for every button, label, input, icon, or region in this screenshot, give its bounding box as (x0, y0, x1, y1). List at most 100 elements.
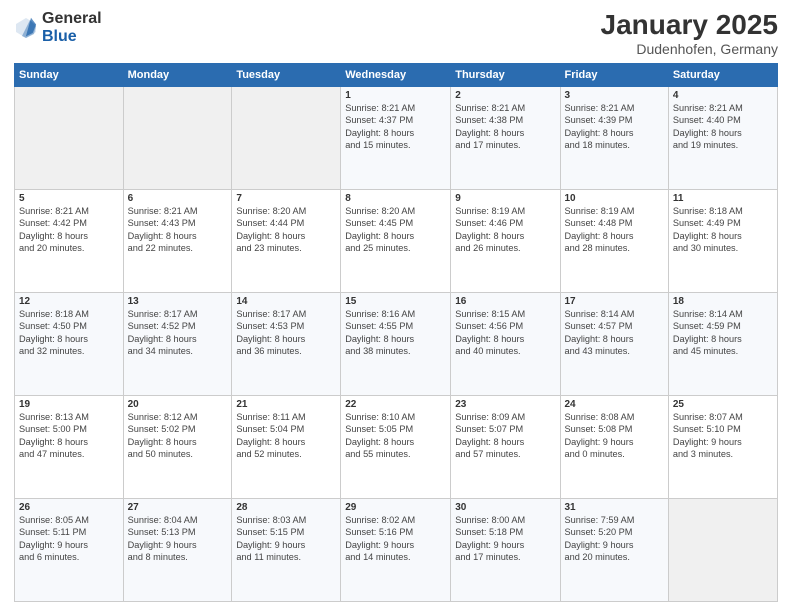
day-number: 19 (19, 399, 119, 410)
cell-w2-d0: 12Sunrise: 8:18 AM Sunset: 4:50 PM Dayli… (15, 292, 124, 395)
cell-w1-d1: 6Sunrise: 8:21 AM Sunset: 4:43 PM Daylig… (123, 189, 232, 292)
day-info: Sunrise: 7:59 AM Sunset: 5:20 PM Dayligh… (565, 514, 664, 564)
day-number: 4 (673, 90, 773, 101)
day-number: 31 (565, 502, 664, 513)
day-number: 29 (345, 502, 446, 513)
cell-w4-d1: 27Sunrise: 8:04 AM Sunset: 5:13 PM Dayli… (123, 498, 232, 601)
day-number: 25 (673, 399, 773, 410)
cell-w3-d4: 23Sunrise: 8:09 AM Sunset: 5:07 PM Dayli… (451, 395, 560, 498)
cell-w3-d3: 22Sunrise: 8:10 AM Sunset: 5:05 PM Dayli… (341, 395, 451, 498)
cell-w0-d5: 3Sunrise: 8:21 AM Sunset: 4:39 PM Daylig… (560, 86, 668, 189)
header-sunday: Sunday (15, 63, 124, 86)
week-row-2: 5Sunrise: 8:21 AM Sunset: 4:42 PM Daylig… (15, 189, 778, 292)
day-number: 1 (345, 90, 446, 101)
cell-w2-d3: 15Sunrise: 8:16 AM Sunset: 4:55 PM Dayli… (341, 292, 451, 395)
logo-text: General Blue (42, 10, 102, 45)
cell-w0-d3: 1Sunrise: 8:21 AM Sunset: 4:37 PM Daylig… (341, 86, 451, 189)
cell-w1-d4: 9Sunrise: 8:19 AM Sunset: 4:46 PM Daylig… (451, 189, 560, 292)
day-info: Sunrise: 8:20 AM Sunset: 4:44 PM Dayligh… (236, 205, 336, 255)
day-number: 8 (345, 193, 446, 204)
day-number: 18 (673, 296, 773, 307)
page-header: General Blue January 2025 Dudenhofen, Ge… (14, 10, 778, 57)
day-info: Sunrise: 8:15 AM Sunset: 4:56 PM Dayligh… (455, 308, 555, 358)
day-number: 28 (236, 502, 336, 513)
day-info: Sunrise: 8:21 AM Sunset: 4:43 PM Dayligh… (128, 205, 228, 255)
calendar-title: January 2025 (601, 10, 778, 41)
cell-w4-d2: 28Sunrise: 8:03 AM Sunset: 5:15 PM Dayli… (232, 498, 341, 601)
day-number: 24 (565, 399, 664, 410)
day-number: 3 (565, 90, 664, 101)
logo-general: General (42, 10, 102, 28)
header-saturday: Saturday (668, 63, 777, 86)
day-info: Sunrise: 8:14 AM Sunset: 4:57 PM Dayligh… (565, 308, 664, 358)
cell-w0-d4: 2Sunrise: 8:21 AM Sunset: 4:38 PM Daylig… (451, 86, 560, 189)
cell-w4-d0: 26Sunrise: 8:05 AM Sunset: 5:11 PM Dayli… (15, 498, 124, 601)
day-number: 13 (128, 296, 228, 307)
day-info: Sunrise: 8:14 AM Sunset: 4:59 PM Dayligh… (673, 308, 773, 358)
day-info: Sunrise: 8:21 AM Sunset: 4:40 PM Dayligh… (673, 102, 773, 152)
day-number: 2 (455, 90, 555, 101)
header-tuesday: Tuesday (232, 63, 341, 86)
day-number: 12 (19, 296, 119, 307)
day-number: 14 (236, 296, 336, 307)
day-info: Sunrise: 8:04 AM Sunset: 5:13 PM Dayligh… (128, 514, 228, 564)
day-number: 30 (455, 502, 555, 513)
calendar-page: General Blue January 2025 Dudenhofen, Ge… (0, 0, 792, 612)
cell-w3-d1: 20Sunrise: 8:12 AM Sunset: 5:02 PM Dayli… (123, 395, 232, 498)
cell-w1-d5: 10Sunrise: 8:19 AM Sunset: 4:48 PM Dayli… (560, 189, 668, 292)
day-number: 5 (19, 193, 119, 204)
header-wednesday: Wednesday (341, 63, 451, 86)
day-info: Sunrise: 8:09 AM Sunset: 5:07 PM Dayligh… (455, 411, 555, 461)
cell-w2-d2: 14Sunrise: 8:17 AM Sunset: 4:53 PM Dayli… (232, 292, 341, 395)
day-number: 16 (455, 296, 555, 307)
week-row-1: 1Sunrise: 8:21 AM Sunset: 4:37 PM Daylig… (15, 86, 778, 189)
day-info: Sunrise: 8:05 AM Sunset: 5:11 PM Dayligh… (19, 514, 119, 564)
day-number: 23 (455, 399, 555, 410)
cell-w3-d2: 21Sunrise: 8:11 AM Sunset: 5:04 PM Dayli… (232, 395, 341, 498)
day-info: Sunrise: 8:20 AM Sunset: 4:45 PM Dayligh… (345, 205, 446, 255)
header-friday: Friday (560, 63, 668, 86)
logo-blue: Blue (42, 28, 102, 46)
day-info: Sunrise: 8:03 AM Sunset: 5:15 PM Dayligh… (236, 514, 336, 564)
day-info: Sunrise: 8:11 AM Sunset: 5:04 PM Dayligh… (236, 411, 336, 461)
day-info: Sunrise: 8:21 AM Sunset: 4:38 PM Dayligh… (455, 102, 555, 152)
day-info: Sunrise: 8:19 AM Sunset: 4:46 PM Dayligh… (455, 205, 555, 255)
day-info: Sunrise: 8:21 AM Sunset: 4:39 PM Dayligh… (565, 102, 664, 152)
day-info: Sunrise: 8:21 AM Sunset: 4:42 PM Dayligh… (19, 205, 119, 255)
cell-w4-d3: 29Sunrise: 8:02 AM Sunset: 5:16 PM Dayli… (341, 498, 451, 601)
day-number: 26 (19, 502, 119, 513)
cell-w0-d0 (15, 86, 124, 189)
week-row-3: 12Sunrise: 8:18 AM Sunset: 4:50 PM Dayli… (15, 292, 778, 395)
cell-w2-d6: 18Sunrise: 8:14 AM Sunset: 4:59 PM Dayli… (668, 292, 777, 395)
day-info: Sunrise: 8:18 AM Sunset: 4:49 PM Dayligh… (673, 205, 773, 255)
day-number: 17 (565, 296, 664, 307)
calendar-table: Sunday Monday Tuesday Wednesday Thursday… (14, 63, 778, 602)
day-info: Sunrise: 8:21 AM Sunset: 4:37 PM Dayligh… (345, 102, 446, 152)
day-number: 7 (236, 193, 336, 204)
day-number: 22 (345, 399, 446, 410)
day-info: Sunrise: 8:02 AM Sunset: 5:16 PM Dayligh… (345, 514, 446, 564)
cell-w2-d5: 17Sunrise: 8:14 AM Sunset: 4:57 PM Dayli… (560, 292, 668, 395)
day-info: Sunrise: 8:18 AM Sunset: 4:50 PM Dayligh… (19, 308, 119, 358)
calendar-subtitle: Dudenhofen, Germany (601, 41, 778, 57)
day-info: Sunrise: 8:16 AM Sunset: 4:55 PM Dayligh… (345, 308, 446, 358)
day-number: 9 (455, 193, 555, 204)
cell-w4-d4: 30Sunrise: 8:00 AM Sunset: 5:18 PM Dayli… (451, 498, 560, 601)
week-row-4: 19Sunrise: 8:13 AM Sunset: 5:00 PM Dayli… (15, 395, 778, 498)
calendar-body: 1Sunrise: 8:21 AM Sunset: 4:37 PM Daylig… (15, 86, 778, 601)
cell-w1-d6: 11Sunrise: 8:18 AM Sunset: 4:49 PM Dayli… (668, 189, 777, 292)
header-row: Sunday Monday Tuesday Wednesday Thursday… (15, 63, 778, 86)
week-row-5: 26Sunrise: 8:05 AM Sunset: 5:11 PM Dayli… (15, 498, 778, 601)
day-number: 10 (565, 193, 664, 204)
logo: General Blue (14, 10, 102, 45)
day-info: Sunrise: 8:07 AM Sunset: 5:10 PM Dayligh… (673, 411, 773, 461)
day-info: Sunrise: 8:13 AM Sunset: 5:00 PM Dayligh… (19, 411, 119, 461)
cell-w4-d5: 31Sunrise: 7:59 AM Sunset: 5:20 PM Dayli… (560, 498, 668, 601)
cell-w0-d2 (232, 86, 341, 189)
cell-w1-d3: 8Sunrise: 8:20 AM Sunset: 4:45 PM Daylig… (341, 189, 451, 292)
day-number: 21 (236, 399, 336, 410)
cell-w3-d0: 19Sunrise: 8:13 AM Sunset: 5:00 PM Dayli… (15, 395, 124, 498)
header-thursday: Thursday (451, 63, 560, 86)
day-number: 20 (128, 399, 228, 410)
cell-w1-d2: 7Sunrise: 8:20 AM Sunset: 4:44 PM Daylig… (232, 189, 341, 292)
